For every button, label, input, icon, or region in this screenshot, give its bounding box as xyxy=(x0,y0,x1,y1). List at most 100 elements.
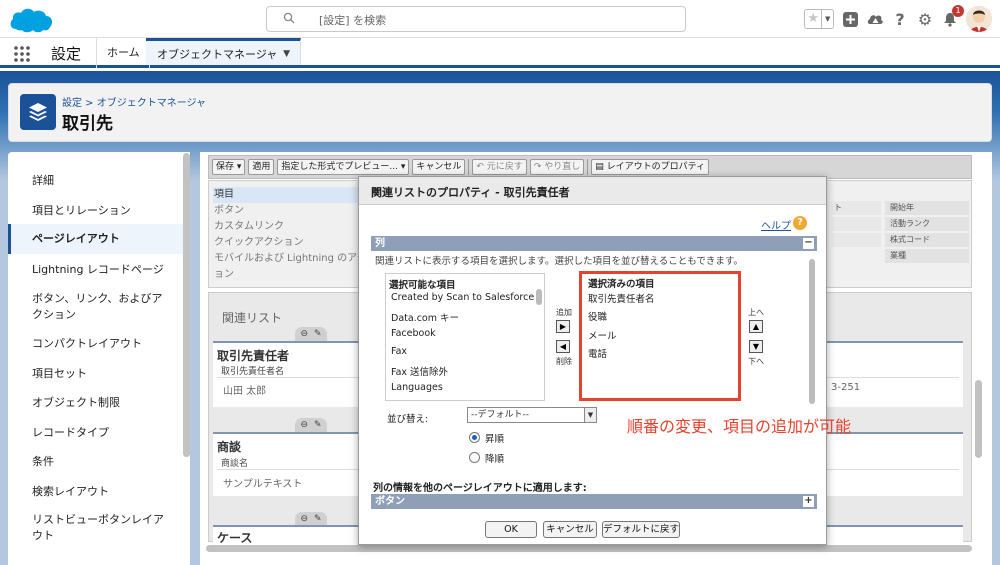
list-item[interactable]: Fax xyxy=(391,346,407,357)
palette-category-mobile-actions[interactable]: モバイルおよび Lightning のアクシ xyxy=(213,251,377,267)
cancel-button[interactable]: キャンセル xyxy=(412,159,466,175)
palette-field[interactable]: 活動ランク xyxy=(885,217,969,231)
sort-select[interactable]: --デフォルト-- ▼ xyxy=(467,407,597,423)
ok-button[interactable]: OK xyxy=(485,521,537,538)
palette-categories: 項目 ボタン カスタムリンク クイックアクション モバイルおよび Lightni… xyxy=(213,187,377,283)
palette-field[interactable] xyxy=(831,233,881,247)
trailhead-icon[interactable] xyxy=(866,10,884,28)
sort-label: 並び替え: xyxy=(387,414,429,425)
tab-home[interactable]: ホーム xyxy=(98,38,150,68)
help-icon[interactable]: ? xyxy=(891,10,909,29)
palette-field[interactable] xyxy=(831,217,881,231)
palette-category-custom-links[interactable]: カスタムリンク xyxy=(213,219,361,235)
chevron-down-icon[interactable]: ▼ xyxy=(283,41,290,68)
preview-button[interactable]: 指定した形式でプレビュー... ▾ xyxy=(277,159,410,175)
gear-icon[interactable]: ⚙ xyxy=(916,10,934,29)
salesforce-logo[interactable] xyxy=(8,5,54,35)
favorites-button[interactable]: ★ ▼ xyxy=(804,9,834,29)
list-item[interactable]: Languages xyxy=(391,382,443,393)
apply-button[interactable]: 適用 xyxy=(248,159,275,175)
add-label: 追加 xyxy=(556,308,572,317)
layout-properties-button[interactable]: ▤ レイアウトのプロパティ xyxy=(591,159,710,175)
global-search[interactable]: [設定] を検索 xyxy=(266,6,686,32)
sidebar-item-record-types[interactable]: レコードタイプ xyxy=(8,424,183,440)
sidebar-item-details[interactable]: 詳細 xyxy=(8,172,183,188)
remove-icon[interactable]: ⊖ xyxy=(300,514,308,524)
undo-button[interactable]: ↶ 元に戻す xyxy=(472,159,527,175)
list-item[interactable]: Fax 送信除外 xyxy=(391,364,448,378)
sidebar-item-field-sets[interactable]: 項目セット xyxy=(8,365,183,381)
list-item[interactable]: メール xyxy=(588,328,617,342)
section-tools[interactable]: ⊖ ✎ xyxy=(295,512,327,526)
list-item[interactable]: Created by Scan to Salesforce xyxy=(391,292,534,303)
sort-desc-radio[interactable] xyxy=(469,452,480,463)
sidebar-item-page-layouts[interactable]: ページレイアウト xyxy=(8,224,183,254)
bell-icon[interactable]: 1 xyxy=(941,5,964,28)
collapse-icon[interactable]: − xyxy=(803,238,814,249)
help-link[interactable]: ヘルプ xyxy=(761,217,791,232)
up-label: 上へ xyxy=(748,308,764,317)
wrench-icon[interactable]: ✎ xyxy=(314,514,322,524)
list-item[interactable]: 電話 xyxy=(588,346,607,360)
selected-fields-label: 選択済みの項目 xyxy=(588,279,655,290)
header-icons: ★ ▼ ? ⚙ 1 xyxy=(804,5,992,32)
move-down-button[interactable]: ▼ xyxy=(749,340,763,353)
section-tools[interactable]: ⊖ ✎ xyxy=(295,327,327,341)
sidebar-item-fields[interactable]: 項目とリレーション xyxy=(8,202,183,218)
close-icon[interactable]: ✕ xyxy=(371,184,817,197)
breadcrumb[interactable]: 設定 > オブジェクトマネージャ xyxy=(62,94,206,109)
palette-category-mobile-actions-cont[interactable]: ョン xyxy=(213,267,361,283)
list-item[interactable]: 取引先責任者名 xyxy=(588,291,655,305)
available-fields-list[interactable]: 選択可能な項目 Created by Scan to Salesforce Da… xyxy=(385,273,545,401)
palette-field[interactable]: 開始年 xyxy=(885,201,969,215)
wrench-icon[interactable]: ✎ xyxy=(314,420,322,430)
help-icon[interactable]: ? xyxy=(793,216,807,230)
horizontal-scrollbar[interactable] xyxy=(206,545,972,552)
move-up-button[interactable]: ▲ xyxy=(749,320,763,333)
sidebar-scrollbar[interactable] xyxy=(183,153,190,457)
cancel-button[interactable]: キャンセル xyxy=(543,521,597,538)
sidebar-item-lightning-pages[interactable]: Lightning レコードページ xyxy=(8,261,183,277)
palette-category-quick-actions[interactable]: クイックアクション xyxy=(213,235,361,251)
save-button[interactable]: 保存 ▾ xyxy=(212,159,246,175)
sidebar-item-compact-layouts[interactable]: コンパクトレイアウト xyxy=(8,335,183,351)
palette-category-fields[interactable]: 項目 xyxy=(213,187,361,203)
palette-field[interactable]: 業種 xyxy=(885,249,969,263)
tab-object-manager[interactable]: オブジェクトマネージャ ▼ xyxy=(146,38,301,65)
list-item[interactable]: Data.com キー xyxy=(391,310,459,324)
section-tools[interactable]: ⊖ ✎ xyxy=(295,418,327,432)
app-launcher-icon[interactable] xyxy=(13,45,31,63)
sidebar-item-object-limits[interactable]: オブジェクト制限 xyxy=(8,394,183,410)
add-button[interactable]: ▶ xyxy=(556,320,570,333)
remove-icon[interactable]: ⊖ xyxy=(300,329,308,339)
dialog-scrollbar[interactable] xyxy=(809,259,815,404)
restore-default-button[interactable]: デフォルトに戻す xyxy=(602,521,680,538)
sidebar-item-list-view-buttons[interactable]: リストビューボタンレイアウト xyxy=(8,512,168,544)
redo-label: やり直し xyxy=(544,162,581,172)
selected-fields-list[interactable]: 選択済みの項目 取引先責任者名 役職 メール 電話 xyxy=(579,271,741,401)
sort-asc-radio[interactable] xyxy=(469,432,480,443)
palette-field[interactable]: ト xyxy=(831,201,881,215)
sidebar-item-search-layouts[interactable]: 検索レイアウト xyxy=(8,483,183,499)
list-item[interactable]: Facebook xyxy=(391,328,436,339)
content-scrollbar[interactable] xyxy=(975,380,982,458)
avatar[interactable] xyxy=(966,6,992,32)
sidebar-item-buttons-links[interactable]: ボタン、リンク、およびアクション xyxy=(8,291,168,323)
list-scrollbar[interactable] xyxy=(536,289,542,305)
sidebar-item-conditions[interactable]: 条件 xyxy=(8,453,183,469)
remove-button[interactable]: ◀ xyxy=(556,340,570,353)
chevron-down-icon[interactable]: ▼ xyxy=(821,10,833,28)
palette-field[interactable]: 株式コード xyxy=(885,233,969,247)
available-fields-label: 選択可能な項目 xyxy=(389,280,456,291)
redo-button[interactable]: ↷ やり直し xyxy=(529,159,585,175)
remove-icon[interactable]: ⊖ xyxy=(300,420,308,430)
wrench-icon[interactable]: ✎ xyxy=(314,329,322,339)
palette-category-buttons[interactable]: ボタン xyxy=(213,203,361,219)
global-actions-icon[interactable] xyxy=(841,10,859,28)
list-item[interactable]: 役職 xyxy=(588,309,607,323)
down-label: 下へ xyxy=(748,357,764,366)
buttons-section-bar: ボタン + xyxy=(371,494,817,509)
chevron-down-icon[interactable]: ▼ xyxy=(584,408,596,422)
global-header: [設定] を検索 ★ ▼ ? ⚙ 1 xyxy=(0,0,1000,38)
expand-icon[interactable]: + xyxy=(803,496,814,507)
